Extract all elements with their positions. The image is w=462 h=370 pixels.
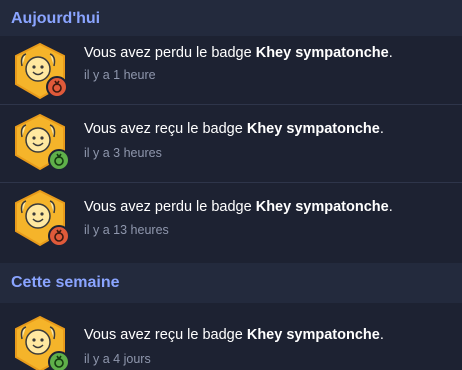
notification-item[interactable]: Vous avez reçu le badge Khey sympatonche…	[0, 305, 462, 370]
badge-avatar	[10, 189, 70, 249]
notification-time: il y a 13 heures	[84, 223, 169, 237]
badge-avatar	[10, 315, 70, 370]
medal-lost-icon	[48, 225, 70, 247]
badge-avatar	[10, 42, 70, 102]
notification-item[interactable]: Vous avez perdu le badge Khey sympatonch…	[0, 38, 462, 114]
notification-message: Vous avez perdu le badge Khey sympatonch…	[84, 45, 393, 61]
section-header-today: Aujourd'hui	[0, 0, 462, 36]
notifications-panel: Vous avez perdu le badge Khey sympatonch…	[0, 0, 462, 370]
badge-avatar	[10, 113, 70, 173]
badge-name: Khey sympatonche	[255, 199, 389, 215]
notification-item[interactable]: Vous avez perdu le badge Khey sympatonch…	[0, 183, 462, 259]
notification-item[interactable]: Vous avez reçu le badge Khey sympatonche…	[0, 105, 462, 181]
badge-name: Khey sympatonche	[246, 327, 380, 343]
notification-message: Vous avez reçu le badge Khey sympatonche…	[84, 121, 384, 137]
notification-time: il y a 3 heures	[84, 146, 162, 160]
notification-time: il y a 1 heure	[84, 68, 156, 82]
notification-time: il y a 4 jours	[84, 352, 151, 366]
badge-name: Khey sympatonche	[255, 45, 389, 61]
badge-name: Khey sympatonche	[246, 121, 380, 137]
notification-message: Vous avez reçu le badge Khey sympatonche…	[84, 327, 384, 343]
notification-message: Vous avez perdu le badge Khey sympatonch…	[84, 199, 393, 215]
medal-lost-icon	[46, 76, 68, 98]
medal-received-icon	[48, 351, 70, 370]
section-header-this-week: Cette semaine	[0, 263, 462, 303]
medal-received-icon	[48, 149, 70, 171]
